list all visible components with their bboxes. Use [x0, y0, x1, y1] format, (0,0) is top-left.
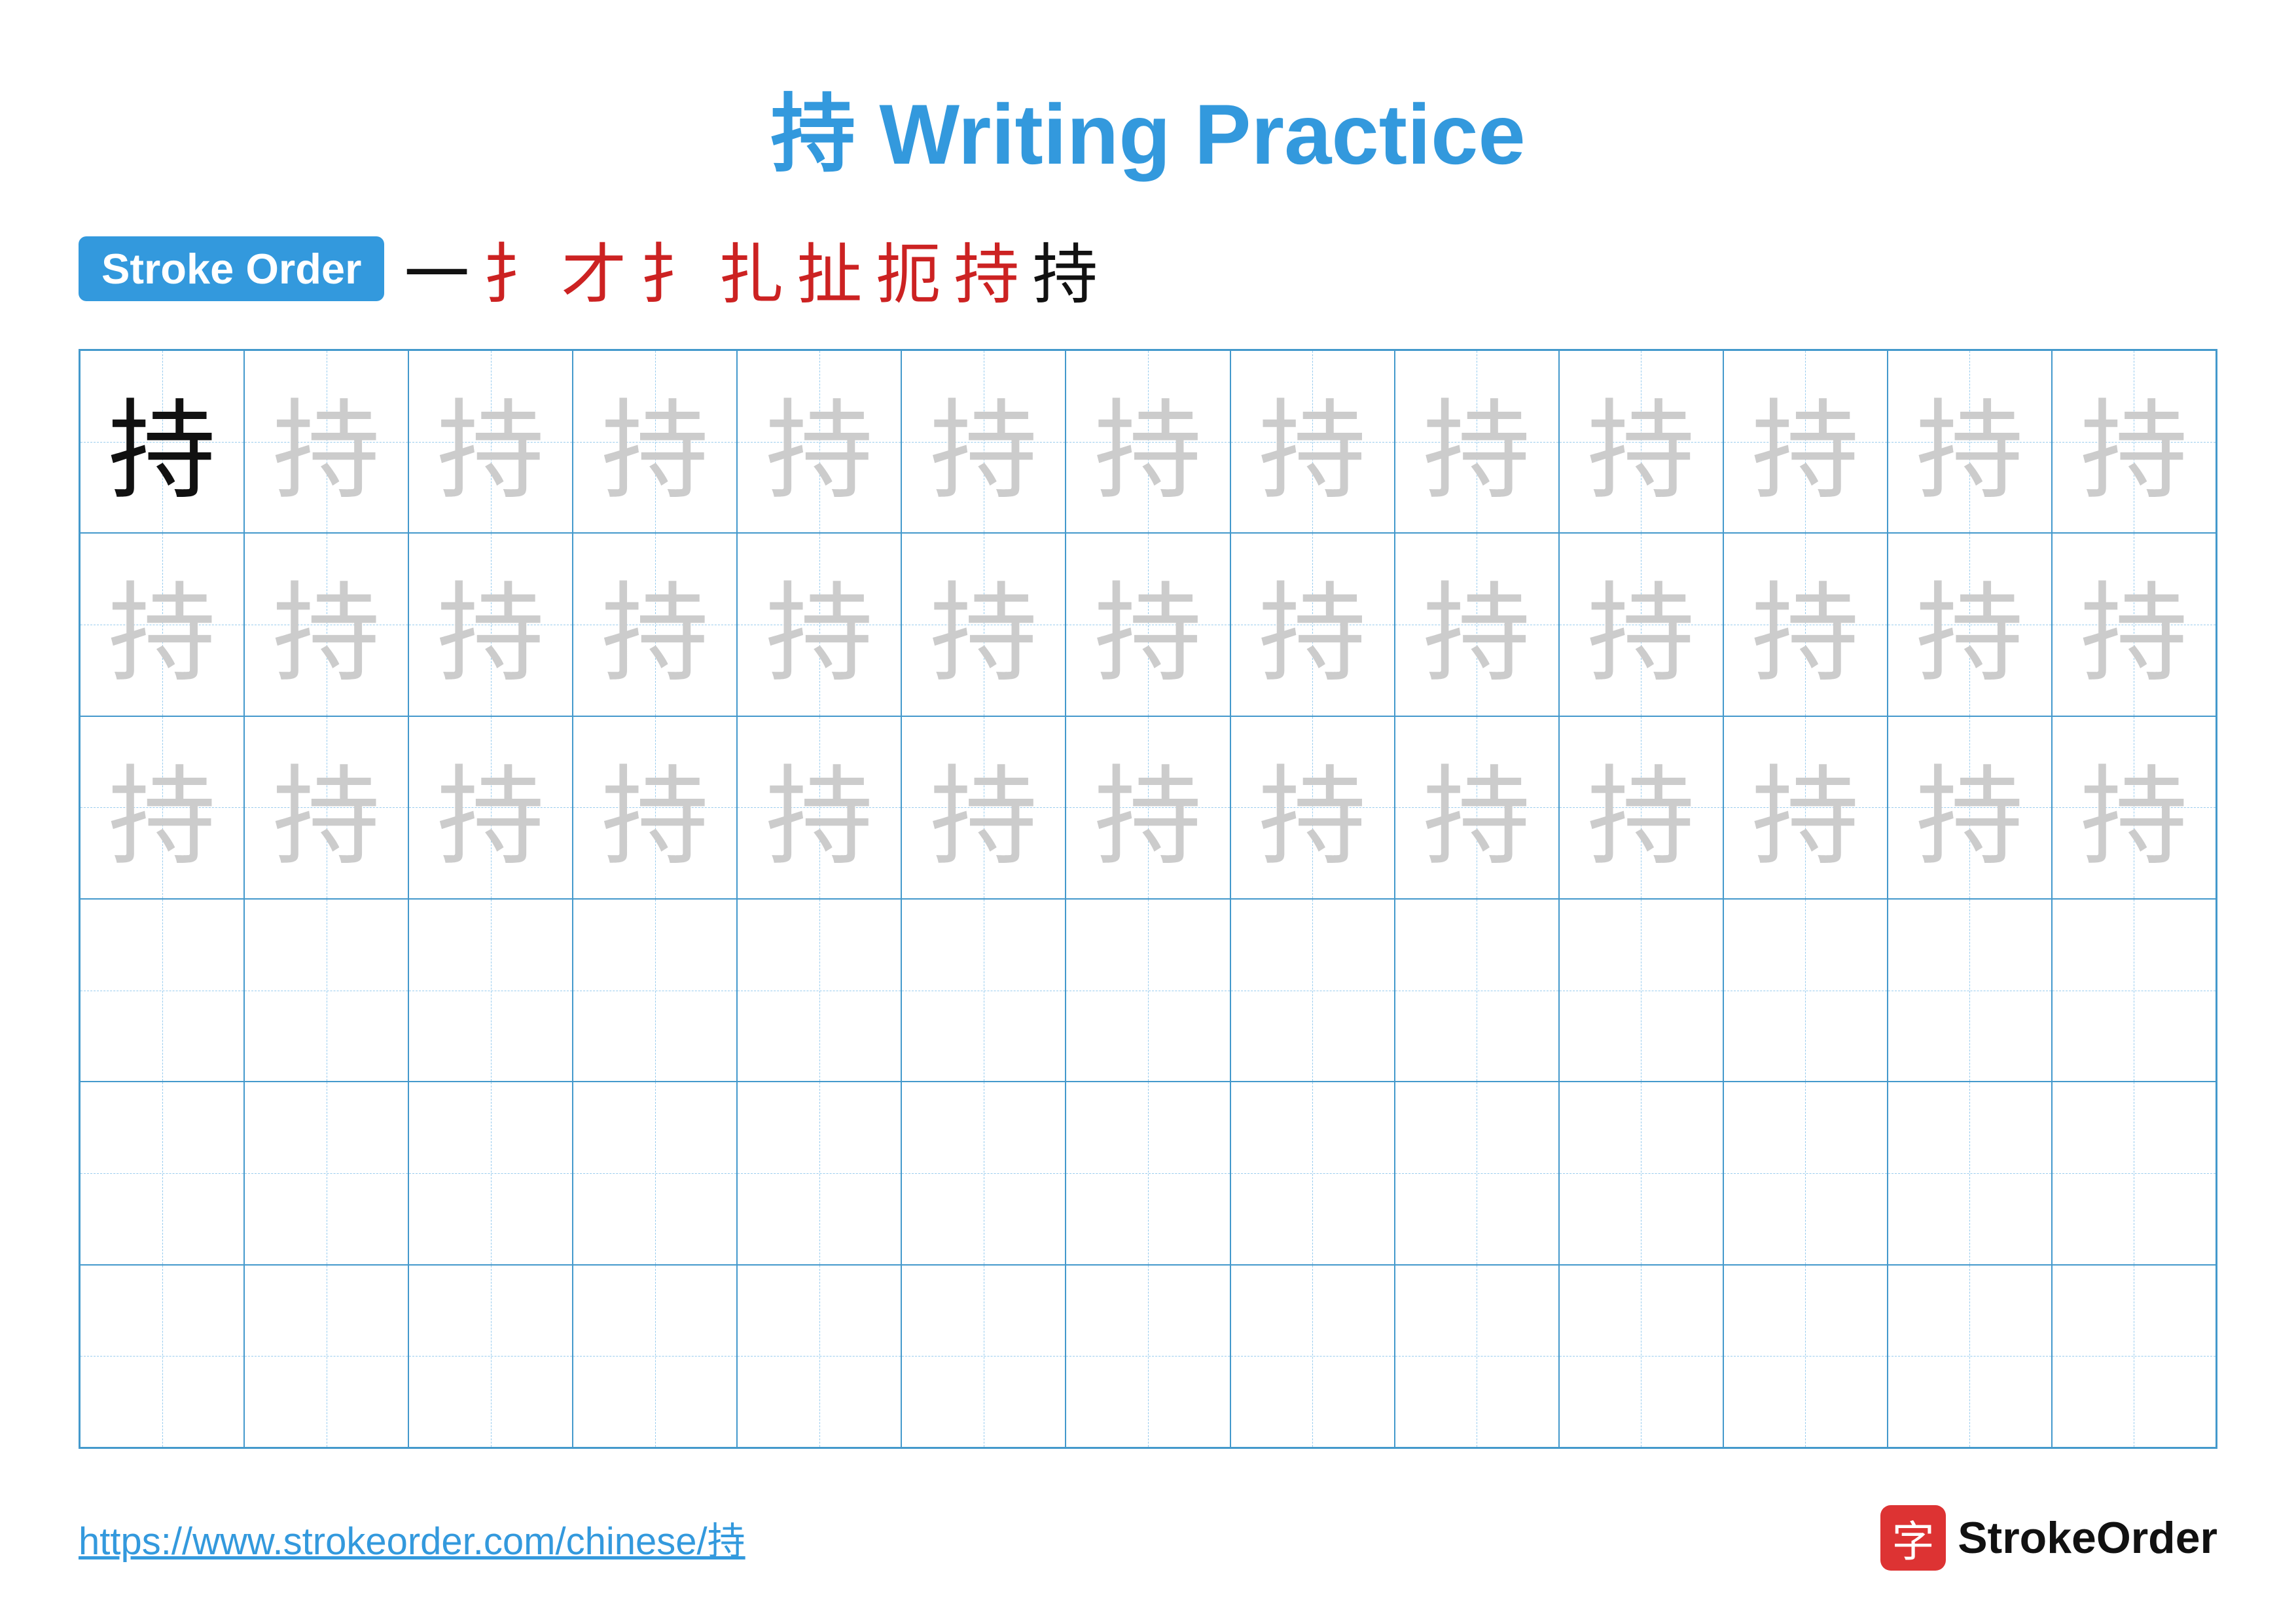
stroke-char-1: 扌	[482, 221, 548, 316]
grid-cell-r3c5: 持	[737, 716, 901, 899]
grid-cell-r1c11: 持	[1723, 350, 1888, 533]
grid-cell-r3c13: 持	[2052, 716, 2216, 899]
grid-cell-r1c13: 持	[2052, 350, 2216, 533]
grid-cell-r1c12: 持	[1888, 350, 2052, 533]
page-title: 持 Writing Practice	[770, 65, 1525, 189]
grid-cell-r6c4[interactable]	[573, 1265, 737, 1448]
grid-cell-r6c10[interactable]	[1559, 1265, 1723, 1448]
grid-cell-r2c7: 持	[1066, 533, 1230, 716]
stroke-char-6: 扼	[875, 221, 941, 316]
grid-cell-r5c12[interactable]	[1888, 1082, 2052, 1264]
grid-cell-r2c3: 持	[408, 533, 573, 716]
stroke-char-2: 才	[561, 221, 626, 316]
grid-cell-r4c11[interactable]	[1723, 899, 1888, 1082]
grid-cell-r1c7: 持	[1066, 350, 1230, 533]
grid-cell-r6c13[interactable]	[2052, 1265, 2216, 1448]
grid-cell-r6c11[interactable]	[1723, 1265, 1888, 1448]
grid-cell-r3c3: 持	[408, 716, 573, 899]
grid-cell-r1c3: 持	[408, 350, 573, 533]
grid-cell-r4c12[interactable]	[1888, 899, 2052, 1082]
grid-cell-r1c1: 持	[80, 350, 244, 533]
grid-cell-r2c10: 持	[1559, 533, 1723, 716]
grid-cell-r6c12[interactable]	[1888, 1265, 2052, 1448]
grid-cell-r3c11: 持	[1723, 716, 1888, 899]
grid-cell-r3c1: 持	[80, 716, 244, 899]
grid-cell-r2c6: 持	[901, 533, 1066, 716]
page: 持 Writing Practice Stroke Order 一 扌 才 扌 …	[0, 0, 2296, 1623]
grid-cell-r5c13[interactable]	[2052, 1082, 2216, 1264]
grid-cell-r6c7[interactable]	[1066, 1265, 1230, 1448]
stroke-order-badge: Stroke Order	[79, 236, 384, 301]
grid-cell-r4c6[interactable]	[901, 899, 1066, 1082]
grid-cell-r6c1[interactable]	[80, 1265, 244, 1448]
grid-cell-r5c7[interactable]	[1066, 1082, 1230, 1264]
grid-cell-r5c6[interactable]	[901, 1082, 1066, 1264]
grid-cell-r6c8[interactable]	[1230, 1265, 1395, 1448]
grid-cell-r5c3[interactable]	[408, 1082, 573, 1264]
grid-cell-r5c2[interactable]	[244, 1082, 408, 1264]
grid-cell-r5c11[interactable]	[1723, 1082, 1888, 1264]
grid-cell-r6c9[interactable]	[1395, 1265, 1559, 1448]
practice-grid: 持 持 持 持 持 持 持 持 持 持 持 持 持 持 持 持 持 持 持 持 …	[79, 349, 2217, 1449]
stroke-char-3: 扌	[639, 221, 705, 316]
grid-cell-r1c6: 持	[901, 350, 1066, 533]
stroke-order-row: Stroke Order 一 扌 才 扌 扎 扯 扼 持 持	[79, 221, 2217, 316]
logo-text: StrokeOrder	[1958, 1512, 2217, 1563]
stroke-char-0: 一	[404, 221, 469, 316]
grid-cell-r2c1: 持	[80, 533, 244, 716]
grid-cell-r3c9: 持	[1395, 716, 1559, 899]
footer: https://www.strokeorder.com/chinese/持 字 …	[79, 1505, 2217, 1571]
grid-cell-r4c1[interactable]	[80, 899, 244, 1082]
grid-cell-r3c7: 持	[1066, 716, 1230, 899]
grid-cell-r3c4: 持	[573, 716, 737, 899]
grid-cell-r1c2: 持	[244, 350, 408, 533]
grid-cell-r2c13: 持	[2052, 533, 2216, 716]
grid-cell-r5c1[interactable]	[80, 1082, 244, 1264]
grid-cell-r6c3[interactable]	[408, 1265, 573, 1448]
grid-cell-r1c8: 持	[1230, 350, 1395, 533]
grid-cell-r1c10: 持	[1559, 350, 1723, 533]
grid-cell-r4c4[interactable]	[573, 899, 737, 1082]
grid-cell-r5c9[interactable]	[1395, 1082, 1559, 1264]
grid-cell-r6c5[interactable]	[737, 1265, 901, 1448]
grid-cell-r3c12: 持	[1888, 716, 2052, 899]
grid-cell-r2c9: 持	[1395, 533, 1559, 716]
grid-cell-r6c2[interactable]	[244, 1265, 408, 1448]
grid-cell-r4c7[interactable]	[1066, 899, 1230, 1082]
grid-cell-r4c5[interactable]	[737, 899, 901, 1082]
grid-cell-r2c12: 持	[1888, 533, 2052, 716]
footer-logo: 字 StrokeOrder	[1880, 1505, 2217, 1571]
logo-icon: 字	[1880, 1505, 1946, 1571]
grid-cell-r6c6[interactable]	[901, 1265, 1066, 1448]
stroke-char-5: 扯	[797, 221, 862, 316]
grid-cell-r4c9[interactable]	[1395, 899, 1559, 1082]
grid-cell-r4c10[interactable]	[1559, 899, 1723, 1082]
stroke-char-4: 扎	[718, 221, 783, 316]
grid-cell-r3c10: 持	[1559, 716, 1723, 899]
grid-cell-r4c2[interactable]	[244, 899, 408, 1082]
grid-cell-r2c5: 持	[737, 533, 901, 716]
grid-cell-r4c13[interactable]	[2052, 899, 2216, 1082]
footer-url[interactable]: https://www.strokeorder.com/chinese/持	[79, 1510, 745, 1565]
stroke-chars-container: 一 扌 才 扌 扎 扯 扼 持 持	[404, 221, 1098, 316]
grid-cell-r4c3[interactable]	[408, 899, 573, 1082]
grid-cell-r4c8[interactable]	[1230, 899, 1395, 1082]
grid-cell-r2c2: 持	[244, 533, 408, 716]
grid-cell-r1c5: 持	[737, 350, 901, 533]
grid-cell-r2c8: 持	[1230, 533, 1395, 716]
grid-cell-r3c6: 持	[901, 716, 1066, 899]
grid-cell-r3c2: 持	[244, 716, 408, 899]
grid-cell-r1c9: 持	[1395, 350, 1559, 533]
grid-cell-r2c4: 持	[573, 533, 737, 716]
grid-cell-r3c8: 持	[1230, 716, 1395, 899]
stroke-char-8: 持	[1032, 221, 1098, 316]
grid-cell-r2c11: 持	[1723, 533, 1888, 716]
grid-cell-r5c5[interactable]	[737, 1082, 901, 1264]
stroke-char-7: 持	[954, 221, 1019, 316]
grid-cell-r5c4[interactable]	[573, 1082, 737, 1264]
grid-cell-r5c10[interactable]	[1559, 1082, 1723, 1264]
grid-cell-r5c8[interactable]	[1230, 1082, 1395, 1264]
grid-cell-r1c4: 持	[573, 350, 737, 533]
